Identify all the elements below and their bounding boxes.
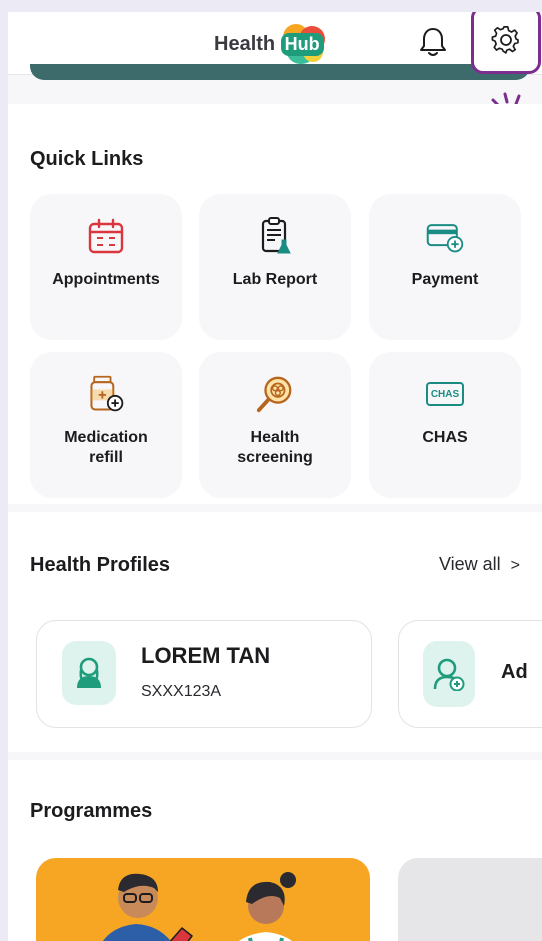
quick-link-lab-report[interactable]: Lab Report xyxy=(199,194,351,340)
notification-bell-icon[interactable] xyxy=(418,26,448,58)
calendar-icon xyxy=(88,218,124,254)
chas-badge-icon: CHAS xyxy=(426,382,464,406)
profile-card[interactable]: LOREM TAN SXXX123A xyxy=(36,620,372,728)
section-title: Programmes xyxy=(30,800,153,822)
person-icon xyxy=(77,657,101,688)
quick-link-health-screening[interactable]: Health screening xyxy=(199,352,351,498)
lab-report-icon xyxy=(261,217,291,254)
quick-link-label: CHAS xyxy=(422,429,468,446)
add-person-icon xyxy=(433,658,465,691)
payment-card-icon xyxy=(426,224,464,253)
quick-link-label: Medication refill xyxy=(64,428,148,468)
quick-link-label: Appointments xyxy=(52,271,160,288)
app-screen: Health Hub Quick Links Appointments Lab … xyxy=(8,12,542,941)
settings-button[interactable] xyxy=(471,12,541,74)
quick-link-payment[interactable]: Payment xyxy=(369,194,521,340)
add-profile-card[interactable]: Ad xyxy=(398,620,542,728)
programme-illustration-image xyxy=(102,872,296,941)
view-all-label: View all xyxy=(438,554,501,574)
label-line: screening xyxy=(237,449,313,466)
medication-bottle-icon xyxy=(90,375,124,412)
top-header: Health Hub xyxy=(8,12,542,80)
quick-link-label: Payment xyxy=(411,271,479,288)
programme-card-partial[interactable] xyxy=(398,858,542,941)
programme-card[interactable] xyxy=(36,858,370,941)
section-title: Health Profiles xyxy=(30,554,171,576)
logo-hub-text: Hub xyxy=(280,32,324,56)
quick-link-medication-refill[interactable]: Medication refill xyxy=(30,352,182,498)
programme-illustration-image xyxy=(398,858,542,941)
label-line: Health xyxy=(250,429,300,446)
gear-icon xyxy=(491,26,519,54)
quick-link-appointments[interactable]: Appointments xyxy=(30,194,182,340)
logo-hub-mark: Hub xyxy=(277,24,327,64)
quick-link-label: Lab Report xyxy=(232,271,318,288)
chas-badge-text: CHAS xyxy=(430,388,460,400)
profile-name: LOREM TAN xyxy=(141,643,271,668)
quick-link-chas[interactable]: CHAS CHAS xyxy=(369,352,521,498)
screening-magnifier-icon xyxy=(256,376,292,413)
profile-id: SXXX123A xyxy=(141,683,222,700)
programmes-section: Programmes xyxy=(8,760,542,941)
quick-link-label: Health screening xyxy=(237,428,313,468)
healthhub-logo: Health Hub xyxy=(214,24,327,64)
quick-links-section: Quick Links Appointments Lab Report Paym… xyxy=(8,104,542,504)
section-title: Quick Links xyxy=(30,148,144,170)
add-profile-avatar xyxy=(423,641,475,707)
add-profile-label: Ad xyxy=(501,661,528,683)
avatar xyxy=(62,641,116,705)
chevron-right-icon: > xyxy=(510,557,520,574)
logo-text: Health xyxy=(214,32,276,55)
view-all-link[interactable]: View all > xyxy=(439,554,520,575)
health-profiles-section: Health Profiles View all > LOREM TAN SXXX… xyxy=(8,512,542,752)
label-line: Medication xyxy=(64,429,148,446)
banner-bottom-edge xyxy=(30,64,530,80)
label-line: refill xyxy=(89,449,123,466)
